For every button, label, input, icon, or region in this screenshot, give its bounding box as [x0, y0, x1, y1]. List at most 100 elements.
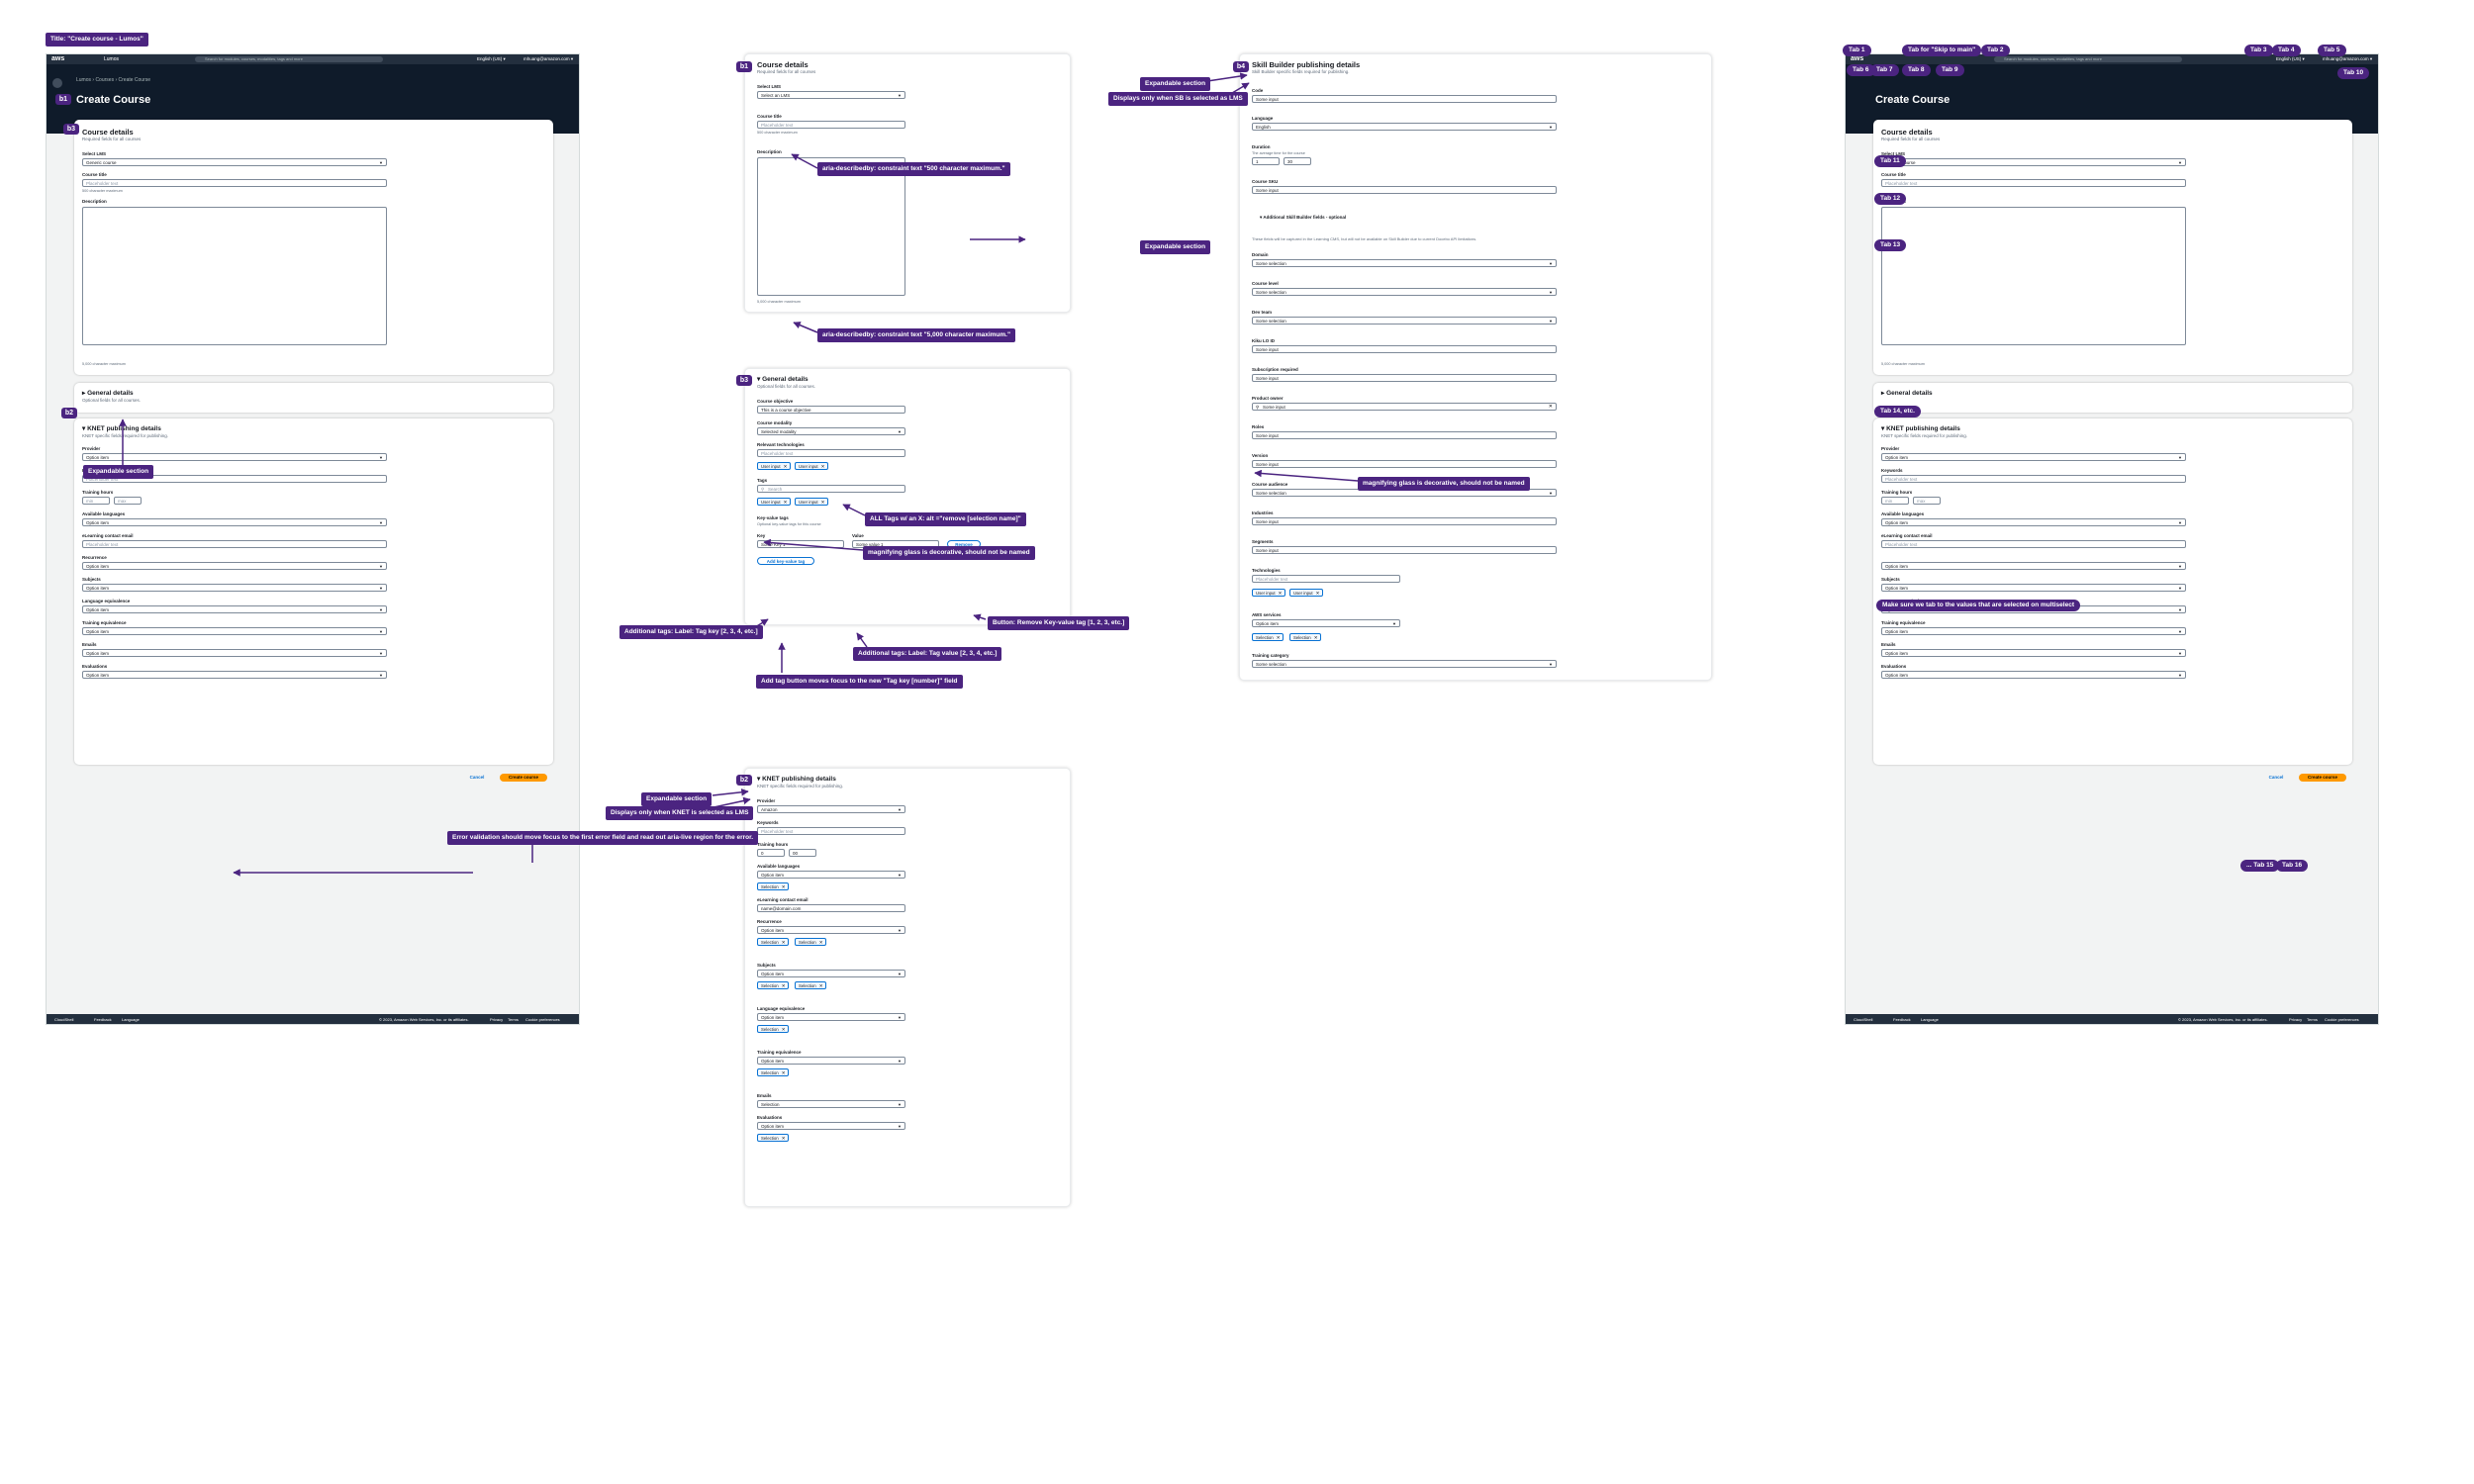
cookie-link-2[interactable]: Cookie preferences	[2325, 1017, 2359, 1022]
cookie-link[interactable]: Cookie preferences	[525, 1017, 560, 1022]
menu-icon[interactable]	[52, 78, 62, 88]
subjects-chip-2[interactable]: Selection ✕	[795, 981, 827, 989]
sb-kiku-input[interactable]: Some input	[1252, 345, 1557, 353]
panel-description-textarea[interactable]	[757, 157, 905, 296]
panel-languages-dropdown[interactable]: Option item ▼	[757, 871, 905, 879]
provider-dropdown[interactable]: Option item ▼	[82, 453, 387, 461]
keywords-input-2[interactable]: Placeholder text	[1881, 475, 2186, 483]
cloudshell-link-2[interactable]: CloudShell	[1854, 1017, 1872, 1022]
subjects-dropdown-2[interactable]: Option item ▼	[1881, 584, 2186, 592]
tag-key-input[interactable]: Some Key 1	[757, 540, 844, 548]
panel-evaluations-dropdown[interactable]: Option item ▼	[757, 1122, 905, 1130]
user-menu[interactable]: mhuang@amazon.com ▾	[523, 56, 573, 62]
panel-lang-equiv-dropdown[interactable]: Option item ▼	[757, 1013, 905, 1021]
training-equiv-chip[interactable]: Selection ✕	[757, 1068, 790, 1076]
sb-aws-chip-2[interactable]: Selection ✕	[1289, 633, 1322, 641]
cancel-button-2[interactable]: Cancel	[2261, 774, 2291, 782]
evaluations-dropdown[interactable]: Option item ▼	[82, 671, 387, 679]
training-hours-max[interactable]: max	[114, 497, 142, 505]
language-link[interactable]: Language	[122, 1017, 140, 1022]
sb-additional-toggle[interactable]: ▾ Additional Skill Builder fields - opti…	[1260, 215, 1346, 221]
select-lms-dropdown-2[interactable]: Generic course▼	[1881, 158, 2186, 166]
subjects-chip-1[interactable]: Selection ✕	[757, 981, 790, 989]
training-equiv-dropdown[interactable]: Option item ▼	[82, 627, 387, 635]
panel-training-equiv-dropdown[interactable]: Option item ▼	[757, 1057, 905, 1065]
sb-duration-hours[interactable]: 1	[1252, 157, 1280, 165]
tech-chip-1[interactable]: User input ✕	[757, 462, 792, 470]
cancel-button[interactable]: Cancel	[462, 774, 492, 782]
create-course-button-2[interactable]: Create course	[2299, 774, 2346, 782]
privacy-link-2[interactable]: Privacy	[2289, 1017, 2302, 1022]
panel-provider-dropdown[interactable]: Amazon ▼	[757, 805, 905, 813]
sb-version-input[interactable]: Some input	[1252, 460, 1557, 468]
terms-link-2[interactable]: Terms	[2307, 1017, 2318, 1022]
tech-chip-2[interactable]: User input ✕	[795, 462, 829, 470]
sb-aws-services-dropdown[interactable]: Option item ▼	[1252, 619, 1400, 627]
objective-input[interactable]: This is a course objective	[757, 406, 905, 414]
general-details-toggle-2[interactable]: ▸ General details	[1881, 389, 1933, 397]
sb-training-category-dropdown[interactable]: Some selection ▼	[1252, 660, 1557, 668]
aws-logo[interactable]: aws	[51, 55, 64, 62]
sb-roles-input[interactable]: Some input	[1252, 431, 1557, 439]
emails-dropdown[interactable]: Option item ▼	[82, 649, 387, 657]
terms-link[interactable]: Terms	[508, 1017, 519, 1022]
sb-tech-chip-1[interactable]: User input ✕	[1252, 589, 1286, 597]
training-hours-min-2[interactable]: min	[1881, 497, 1909, 505]
evaluations-dropdown-2[interactable]: Option item ▼	[1881, 671, 2186, 679]
languages-dropdown-2[interactable]: Option item ▼	[1881, 518, 2186, 526]
sb-code-input[interactable]: Some input	[1252, 95, 1557, 103]
languages-dropdown[interactable]: Option item ▼	[82, 518, 387, 526]
sb-aws-chip-1[interactable]: Selection ✕	[1252, 633, 1285, 641]
tag-chip-1[interactable]: User input ✕	[757, 498, 792, 506]
knet-toggle[interactable]: ▾ KNET publishing details	[82, 424, 161, 432]
sb-level-dropdown[interactable]: Some selection ▼	[1252, 288, 1557, 296]
panel-knet-toggle[interactable]: ▾ KNET publishing details	[757, 775, 836, 783]
sb-technologies-input[interactable]: Placeholder text	[1252, 575, 1400, 583]
sb-segments-input[interactable]: Some input	[1252, 546, 1557, 554]
recurrence-dropdown[interactable]: Option item ▼	[82, 562, 387, 570]
language-menu-2[interactable]: English (US) ▾	[2276, 56, 2305, 62]
recurrence-chip-1[interactable]: Selection ✕	[757, 938, 790, 946]
language-link-2[interactable]: Language	[1921, 1017, 1939, 1022]
email-input-2[interactable]: Placeholder text	[1881, 540, 2186, 548]
description-textarea[interactable]	[82, 207, 387, 345]
course-title-input[interactable]: Placeholder text	[82, 179, 387, 187]
provider-dropdown-2[interactable]: Option item ▼	[1881, 453, 2186, 461]
panel-subjects-dropdown[interactable]: Option item ▼	[757, 970, 905, 977]
language-menu[interactable]: English (US) ▾	[477, 56, 506, 62]
breadcrumb[interactable]: Lumos › Courses › Create Course	[76, 77, 150, 83]
knet-toggle-2[interactable]: ▾ KNET publishing details	[1881, 424, 1960, 432]
evaluations-chip[interactable]: Selection ✕	[757, 1134, 790, 1142]
recurrence-dropdown-2[interactable]: Option item ▼	[1881, 562, 2186, 570]
lang-equiv-dropdown[interactable]: Option item ▼	[82, 605, 387, 613]
select-lms-dropdown[interactable]: Generic course ▼	[82, 158, 387, 166]
cloudshell-link[interactable]: CloudShell	[54, 1017, 73, 1022]
sb-subscription-input[interactable]: Some input	[1252, 374, 1557, 382]
technologies-input[interactable]: Placeholder text	[757, 449, 905, 457]
general-details-toggle[interactable]: ▸ General details	[82, 389, 134, 397]
panel-minutes-input[interactable]: 00	[789, 849, 816, 857]
create-course-button[interactable]: Create course	[500, 774, 547, 782]
sb-tech-chip-2[interactable]: User input ✕	[1289, 589, 1324, 597]
sb-sku-input[interactable]: Some input	[1252, 186, 1557, 194]
sb-devteam-dropdown[interactable]: Some selection ▼	[1252, 317, 1557, 325]
subjects-dropdown[interactable]: Option item ▼	[82, 584, 387, 592]
panel-general-toggle[interactable]: ▾ General details	[757, 375, 809, 383]
nav-app-name[interactable]: Lumos	[104, 56, 119, 62]
course-title-input-2[interactable]: Placeholder text	[1881, 179, 2186, 187]
training-equiv-dropdown-2[interactable]: Option item ▼	[1881, 627, 2186, 635]
sb-language-dropdown[interactable]: English ▼	[1252, 123, 1557, 131]
add-tag-button[interactable]: Add key-value tag	[757, 557, 814, 565]
sb-industries-input[interactable]: Some input	[1252, 517, 1557, 525]
panel-keywords-input[interactable]: Placeholder text	[757, 827, 905, 835]
sb-duration-minutes[interactable]: 30	[1284, 157, 1311, 165]
description-textarea-2[interactable]	[1881, 207, 2186, 345]
feedback-link[interactable]: Feedback	[94, 1017, 112, 1022]
panel-course-title-input[interactable]: Placeholder text	[757, 121, 905, 129]
modality-dropdown[interactable]: Selected modality ▼	[757, 427, 905, 435]
panel-select-lms-dropdown[interactable]: Select an LMS ▼	[757, 91, 905, 99]
tag-chip-2[interactable]: User input ✕	[795, 498, 829, 506]
panel-emails-dropdown[interactable]: Selection ▼	[757, 1100, 905, 1108]
search-input[interactable]: Search for modules, courses, modalities,…	[195, 56, 383, 62]
languages-chip[interactable]: Selection ✕	[757, 882, 790, 890]
